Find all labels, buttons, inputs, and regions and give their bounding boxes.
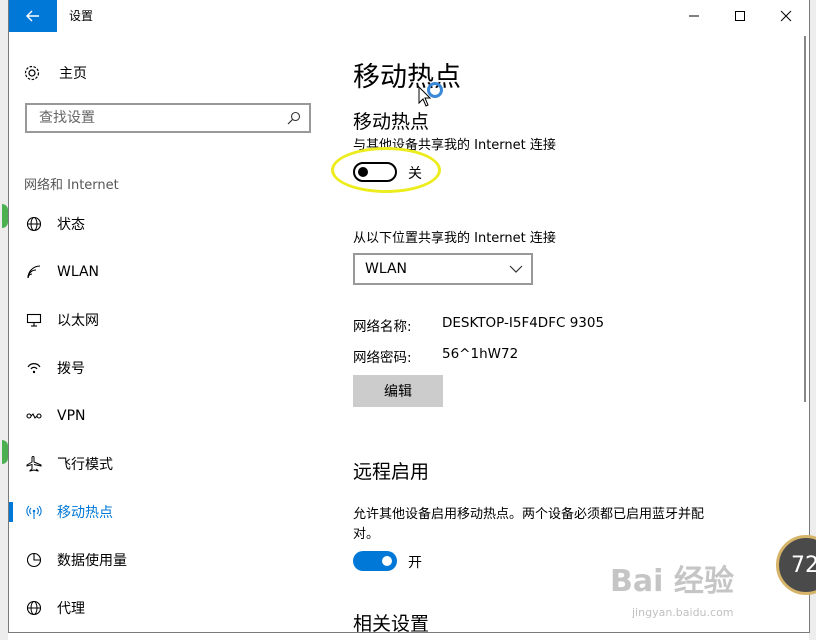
globe-icon (25, 215, 43, 233)
share-from-dropdown[interactable]: WLAN (353, 253, 533, 285)
close-button[interactable] (763, 0, 809, 32)
remote-toggle[interactable] (353, 551, 397, 571)
sidebar-item-airplane[interactable]: 飞行模式 (9, 444, 309, 484)
network-name-value: DESKTOP-I5F4DFC 9305 (442, 315, 605, 331)
sidebar-item-hotspot[interactable]: 移动热点 (9, 492, 309, 532)
search-icon[interactable] (287, 111, 301, 125)
sidebar-item-label: 飞行模式 (57, 457, 113, 473)
network-password-label: 网络密码: (353, 350, 412, 366)
close-icon (780, 10, 792, 22)
minimize-icon (689, 15, 699, 17)
maximize-button[interactable] (717, 0, 763, 32)
globe-icon (25, 599, 43, 617)
title-bar: 设置 (9, 0, 809, 32)
ethernet-icon (25, 311, 43, 329)
vpn-icon (25, 407, 43, 425)
wifi-icon (25, 263, 43, 281)
sidebar-item-dialup[interactable]: 拨号 (9, 348, 309, 388)
sidebar-home[interactable]: 主页 (23, 58, 303, 88)
remote-description-line2: 对。 (353, 527, 380, 542)
hotspot-icon (25, 503, 43, 521)
toggle-knob (382, 556, 392, 566)
sidebar-item-label: 拨号 (57, 361, 85, 377)
sidebar-item-data-usage[interactable]: 数据使用量 (9, 540, 309, 580)
dialup-icon (25, 359, 43, 377)
minimize-button[interactable] (671, 0, 717, 32)
sidebar-item-label: 代理 (57, 601, 85, 617)
hotspot-toggle[interactable] (353, 162, 397, 182)
pie-chart-icon (25, 551, 43, 569)
sidebar-item-vpn[interactable]: VPN (9, 396, 309, 436)
sidebar-category-label: 网络和 Internet (24, 178, 119, 193)
search-box (25, 103, 311, 133)
maximize-icon (735, 11, 745, 21)
toggle-knob (358, 167, 368, 177)
network-name-label: 网络名称: (353, 319, 412, 335)
remote-heading: 远程启用 (353, 461, 430, 483)
hotspot-toggle-state: 关 (408, 166, 422, 182)
share-from-selected: WLAN (365, 261, 408, 277)
share-from-label: 从以下位置共享我的 Internet 连接 (353, 231, 556, 246)
back-arrow-icon (26, 10, 39, 22)
page-title: 移动热点 (353, 62, 461, 93)
edit-button[interactable]: 编辑 (353, 375, 443, 407)
scrollbar[interactable] (804, 36, 806, 402)
sidebar-item-wlan[interactable]: WLAN (9, 252, 309, 292)
watermark: Bai 经验 (610, 564, 734, 599)
sidebar-item-label: 状态 (57, 217, 85, 233)
sidebar-item-label: 以太网 (57, 313, 99, 329)
window-title: 设置 (69, 9, 94, 23)
remote-toggle-state: 开 (408, 555, 422, 571)
sidebar-home-label: 主页 (59, 66, 87, 82)
settings-window: 设置 主页 网络和 Internet 状态 (8, 0, 810, 633)
gear-icon (24, 65, 40, 81)
related-settings-heading: 相关设置 (353, 613, 430, 633)
watermark-url: jingyan.baidu.com (632, 606, 734, 619)
chevron-down-icon (509, 265, 523, 273)
search-input[interactable] (37, 109, 281, 127)
back-button[interactable] (9, 0, 57, 32)
sidebar-item-ethernet[interactable]: 以太网 (9, 300, 309, 340)
sidebar-item-label: VPN (57, 408, 86, 424)
remote-description-line1: 允许其他设备启用移动热点。两个设备必须都已启用蓝牙并配 (353, 507, 705, 522)
sidebar-item-proxy[interactable]: 代理 (9, 588, 309, 628)
sidebar-item-label: 移动热点 (57, 505, 113, 521)
network-password-value: 56^1hW72 (442, 346, 519, 362)
busy-ring-icon (427, 82, 443, 98)
sidebar-item-label: 数据使用量 (57, 553, 127, 569)
airplane-icon (25, 455, 43, 473)
sidebar-item-label: WLAN (57, 264, 100, 280)
sidebar-item-status[interactable]: 状态 (9, 204, 309, 244)
background-strip-left (0, 0, 8, 640)
hotspot-heading: 移动热点 (353, 111, 430, 133)
